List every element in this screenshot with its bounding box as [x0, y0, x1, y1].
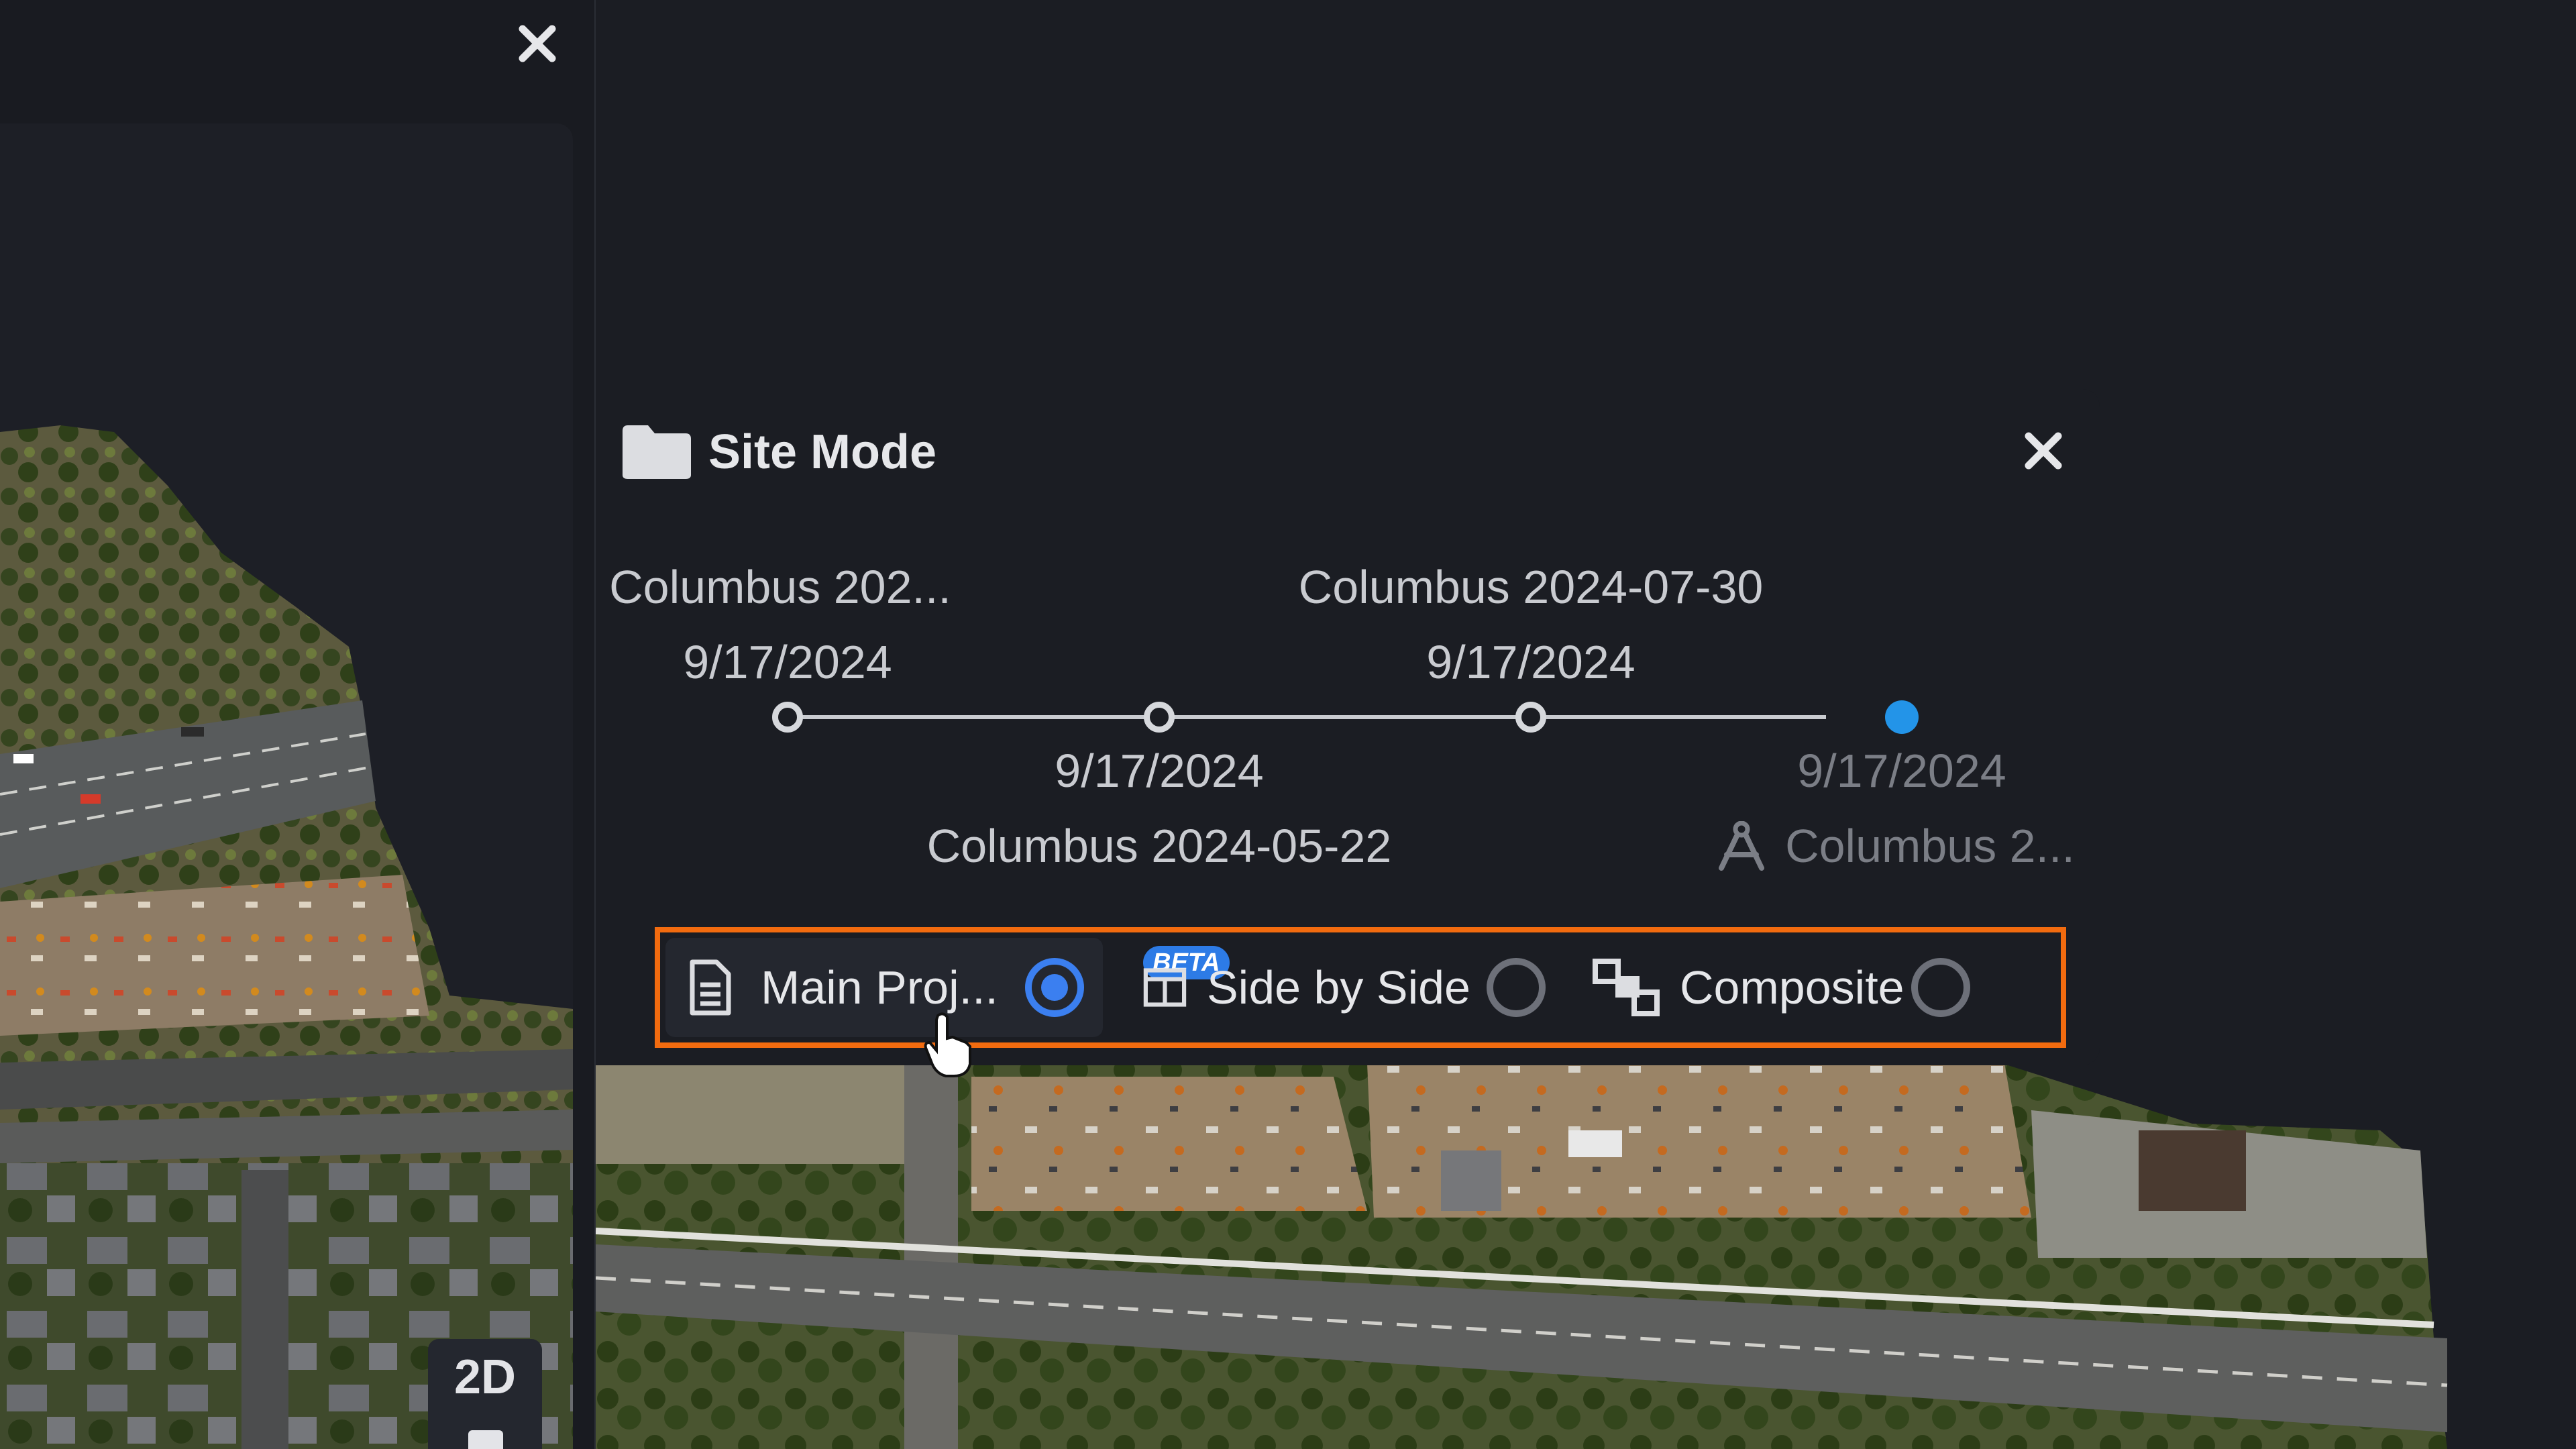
comparison-mode-selector: Main Proj... BETA Side by Side Composite — [655, 927, 2066, 1048]
aerial-map-main[interactable] — [596, 1057, 2576, 1449]
compass-icon — [1719, 821, 1764, 871]
columns-icon — [1143, 968, 1187, 1007]
view-mode-toggle[interactable]: 2D — [428, 1339, 542, 1449]
timeline-item-name[interactable]: Columbus 2... — [1785, 822, 2075, 869]
left-map-view[interactable] — [0, 123, 573, 1449]
panel-title: Site Mode — [708, 425, 937, 479]
mode-option-main-project[interactable]: Main Proj... — [665, 938, 1103, 1037]
left-panel: 2D — [0, 0, 594, 1449]
timeline-item-date: 9/17/2024 — [683, 636, 892, 688]
layers-icon — [468, 1430, 503, 1449]
aerial-map-left — [0, 425, 573, 1449]
mode-label: Main Proj... — [761, 961, 998, 1014]
view-mode-label: 2D — [453, 1350, 517, 1404]
folder-icon — [623, 425, 691, 479]
composite-icon — [1593, 959, 1660, 1016]
timeline-item-date: 9/17/2024 — [1797, 745, 2006, 797]
close-icon — [519, 25, 556, 62]
radio-unselected[interactable] — [1487, 958, 1546, 1017]
document-icon — [690, 959, 731, 1016]
timeline-item-date: 9/17/2024 — [1055, 745, 1264, 797]
mode-label: Side by Side — [1206, 961, 1470, 1014]
timeline-item-name[interactable]: Columbus 2024-07-30 — [1299, 564, 1764, 610]
timeline-node[interactable] — [1515, 702, 1546, 733]
timeline-item-date: 9/17/2024 — [1426, 636, 1635, 688]
mode-option-side-by-side[interactable]: Side by Side — [1143, 938, 1546, 1037]
radio-unselected[interactable] — [1911, 958, 1970, 1017]
left-panel-close-button[interactable] — [508, 15, 566, 72]
timeline-node-active[interactable] — [1885, 700, 1919, 734]
radio-selected[interactable] — [1025, 958, 1084, 1017]
mode-option-composite[interactable]: Composite — [1593, 938, 2008, 1037]
close-icon — [2025, 432, 2062, 470]
mode-label: Composite — [1680, 961, 1904, 1014]
timeline-item-name[interactable]: Columbus 202... — [609, 564, 951, 610]
timeline-node[interactable] — [772, 702, 803, 733]
hand-cursor-icon — [924, 1012, 971, 1077]
timeline-track — [785, 715, 1826, 719]
timeline-item-name[interactable]: Columbus 2024-05-22 — [927, 822, 1392, 869]
timeline-node[interactable] — [1144, 702, 1175, 733]
site-mode-close-button[interactable] — [2017, 424, 2070, 478]
